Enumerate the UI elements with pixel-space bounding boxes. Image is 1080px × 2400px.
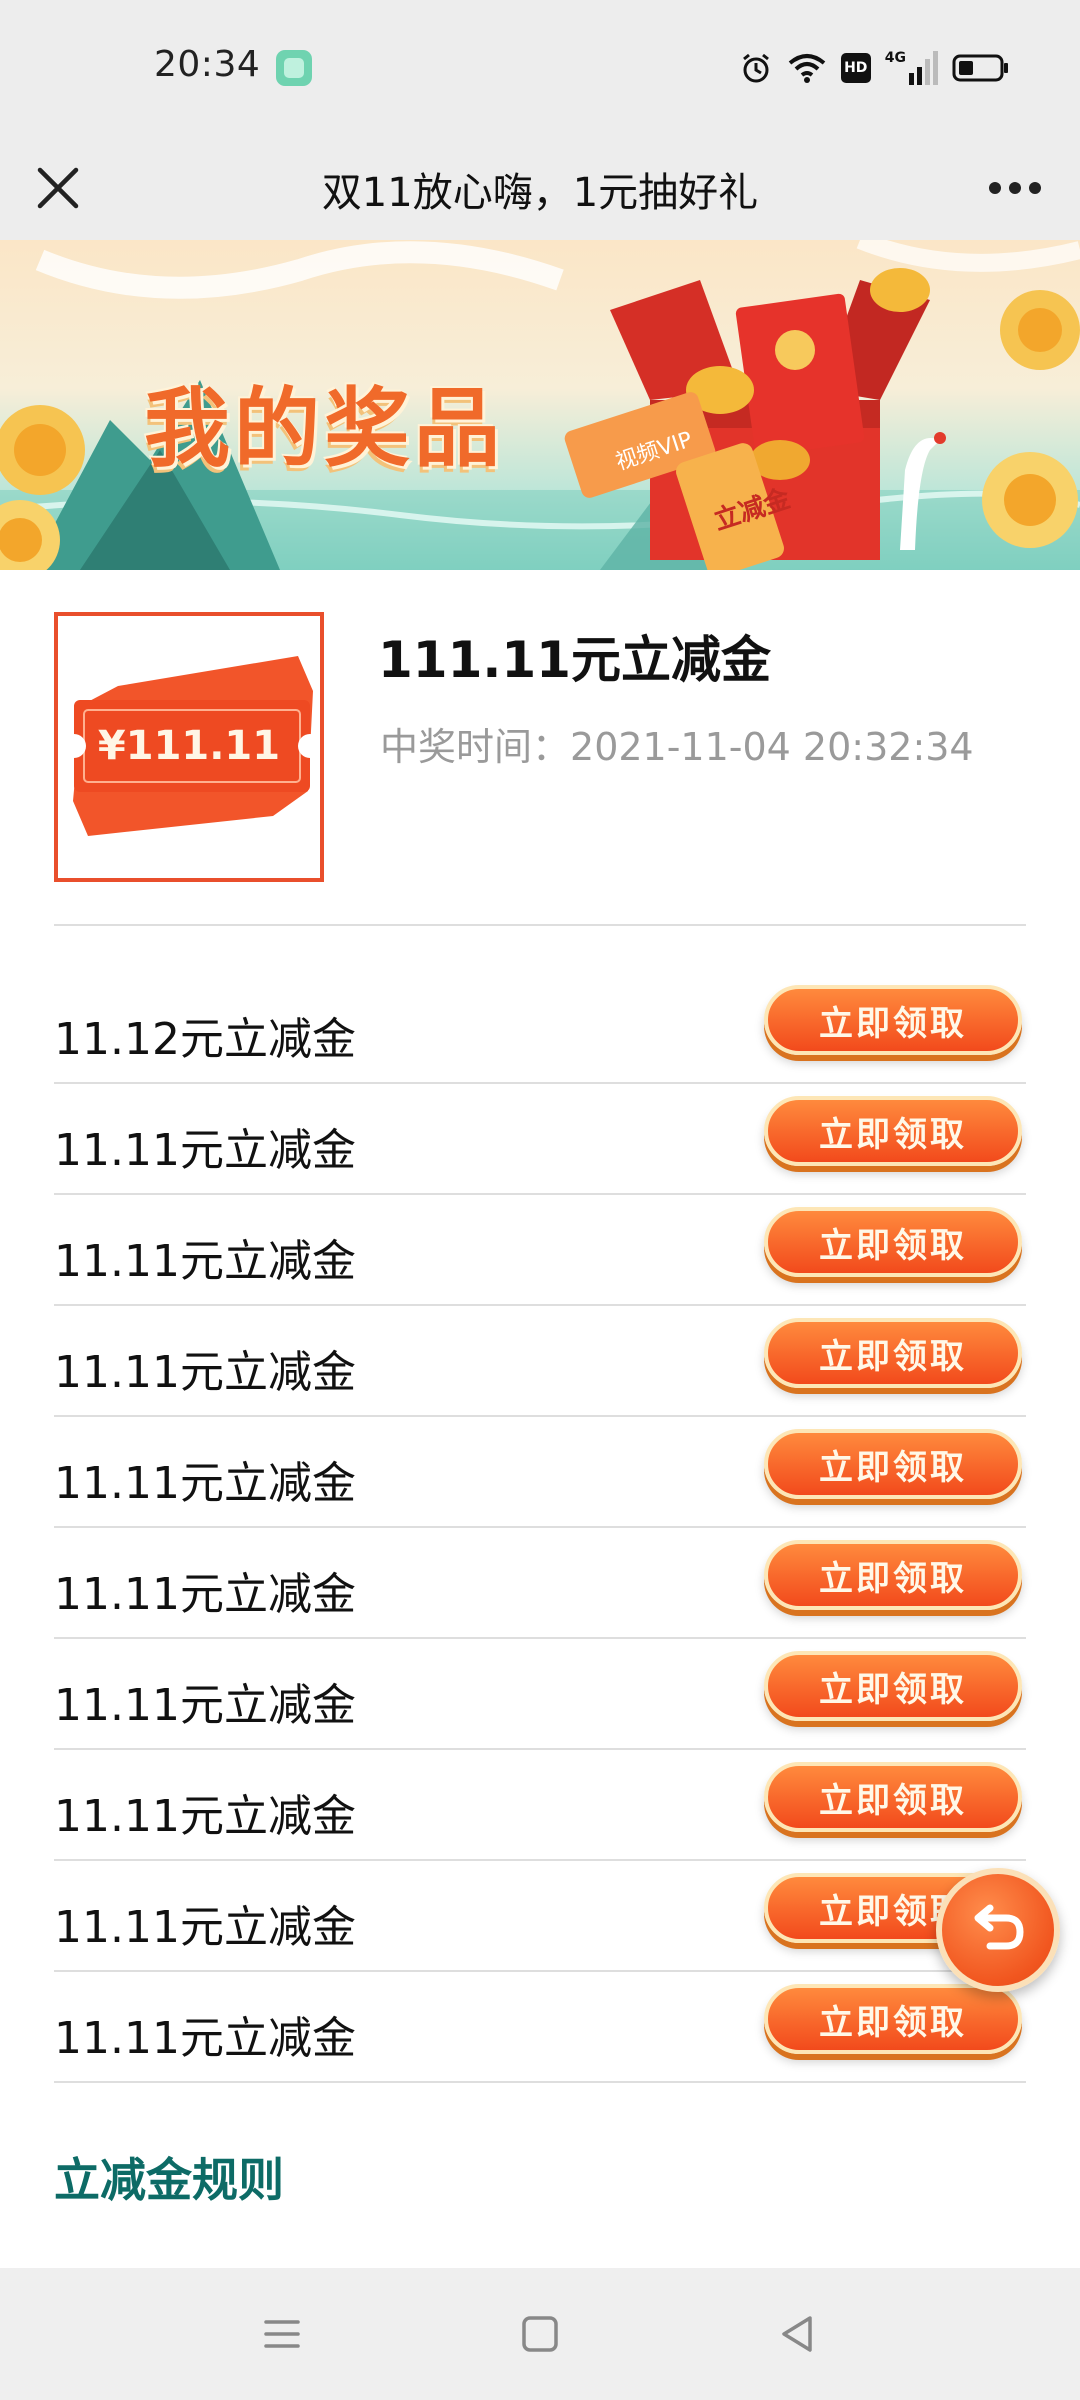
menu-icon bbox=[264, 2320, 300, 2348]
list-item: 11.12元立减金 立即领取 bbox=[54, 973, 1026, 1084]
hd-icon: HD bbox=[840, 53, 871, 83]
list-item: 11.11元立减金 立即领取 bbox=[54, 1861, 1026, 1972]
coupon-label: 11.12元立减金 bbox=[54, 1014, 356, 1065]
status-time: 20:34 bbox=[154, 44, 261, 85]
claim-button[interactable]: 立即领取 bbox=[764, 1429, 1022, 1499]
more-button[interactable] bbox=[980, 158, 1050, 218]
divider bbox=[54, 924, 1026, 926]
menu-button[interactable] bbox=[252, 2304, 312, 2364]
claim-button[interactable]: 立即领取 bbox=[764, 1318, 1022, 1388]
page-title: 双11放心嗨，1元抽好礼 bbox=[321, 170, 759, 216]
prize-time-label: 中奖时间： bbox=[380, 725, 571, 769]
banner-title: 我的奖品 bbox=[144, 379, 504, 479]
list-item: 11.11元立减金 立即领取 bbox=[54, 1084, 1026, 1195]
coupon-label: 11.11元立减金 bbox=[54, 1791, 356, 1842]
coupon-label: 11.11元立减金 bbox=[54, 1347, 356, 1398]
prize-name: 111.11元立减金 bbox=[378, 631, 771, 689]
claim-button[interactable]: 立即领取 bbox=[764, 1540, 1022, 1610]
network-label: 4G bbox=[884, 50, 906, 66]
claim-button[interactable]: 立即领取 bbox=[764, 1207, 1022, 1277]
signal-4g-icon: 4G bbox=[885, 51, 938, 85]
alarm-icon bbox=[742, 53, 769, 83]
status-bar: 20:34 HD 4G bbox=[0, 0, 1080, 136]
rules-link[interactable]: 立减金规则 bbox=[54, 2144, 284, 2210]
coupon-label: 11.11元立减金 bbox=[54, 1458, 356, 1509]
coupon-ticket-icon: ¥111.11 bbox=[62, 656, 322, 836]
list-item: 11.11元立减金 立即领取 bbox=[54, 1639, 1026, 1750]
system-nav-bar bbox=[0, 2268, 1080, 2400]
coupon-label: 11.11元立减金 bbox=[54, 1680, 356, 1731]
claim-button[interactable]: 立即领取 bbox=[764, 985, 1022, 1055]
prizes-banner: 视频VIP 立减金 我的奖品 bbox=[0, 240, 1080, 570]
list-item: 11.11元立减金 立即领取 bbox=[54, 1528, 1026, 1639]
prize-time: 中奖时间：2021-11-04 20:32:34 bbox=[380, 716, 974, 771]
wifi-icon bbox=[788, 54, 826, 83]
coupon-label: 11.11元立减金 bbox=[54, 1902, 356, 1953]
list-item: 11.11元立减金 立即领取 bbox=[54, 1195, 1026, 1306]
list-item: 11.11元立减金 立即领取 bbox=[54, 1972, 1026, 2083]
prize-time-value: 2021-11-04 20:32:34 bbox=[570, 725, 974, 769]
coupon-label: 11.11元立减金 bbox=[54, 1569, 356, 1620]
list-item: 11.11元立减金 立即领取 bbox=[54, 1417, 1026, 1528]
app-notification-icon bbox=[276, 50, 312, 86]
status-icons: HD 4G bbox=[739, 48, 1010, 88]
claim-button[interactable]: 立即领取 bbox=[764, 1762, 1022, 1832]
coupon-list: 11.12元立减金 立即领取 11.11元立减金 立即领取 11.11元立减金 … bbox=[54, 973, 1026, 2083]
claim-button[interactable]: 立即领取 bbox=[764, 1096, 1022, 1166]
battery-icon bbox=[952, 54, 1008, 82]
coupon-label: 11.11元立减金 bbox=[54, 1236, 356, 1287]
claim-button[interactable]: 立即领取 bbox=[764, 1651, 1022, 1721]
claim-button[interactable]: 立即领取 bbox=[764, 1984, 1022, 2054]
coupon-label: 11.11元立减金 bbox=[54, 2013, 356, 2064]
prize-thumbnail: ¥111.11 bbox=[54, 612, 324, 882]
list-item: 11.11元立减金 立即领取 bbox=[54, 1750, 1026, 1861]
home-button[interactable] bbox=[510, 2304, 570, 2364]
more-icon bbox=[989, 182, 1041, 194]
back-icon bbox=[782, 2316, 812, 2352]
list-item: 11.11元立减金 立即领取 bbox=[54, 1306, 1026, 1417]
return-icon bbox=[974, 1904, 1024, 1950]
prize-thumb-amount: ¥111.11 bbox=[98, 723, 280, 769]
return-button[interactable] bbox=[936, 1868, 1060, 1992]
home-icon bbox=[522, 2316, 558, 2352]
back-button[interactable] bbox=[768, 2304, 828, 2364]
title-bar: 双11放心嗨，1元抽好礼 bbox=[0, 136, 1080, 240]
coupon-label: 11.11元立减金 bbox=[54, 1125, 356, 1176]
